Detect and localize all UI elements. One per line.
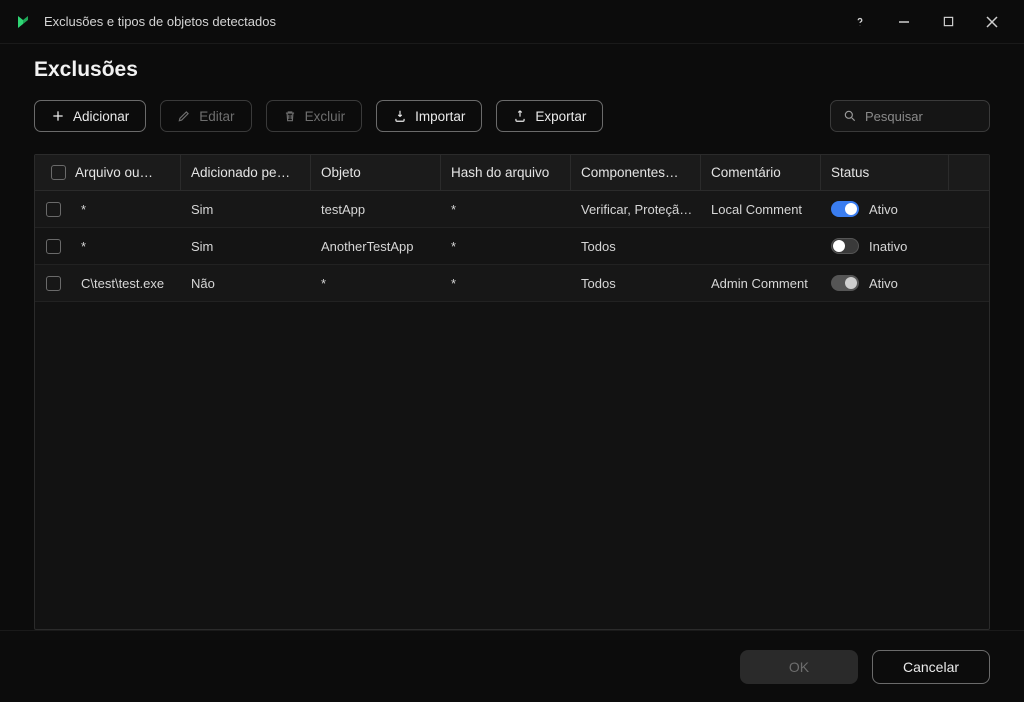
cell-file: * [71,228,181,264]
header-object[interactable]: Objeto [311,155,441,190]
cell-status: Inativo [821,228,949,264]
content-area: Exclusões Adicionar Editar Excluir Impor… [0,44,1024,630]
status-toggle[interactable] [831,275,859,291]
select-all-checkbox[interactable] [51,165,66,180]
page-title: Exclusões [34,58,990,82]
table-header-row: Arquivo ou… Adicionado pe… Objeto Hash d… [35,155,989,191]
cell-added: Não [181,265,311,301]
import-button[interactable]: Importar [376,100,482,132]
cell-status: Ativo [821,191,949,227]
import-button-label: Importar [415,109,465,124]
export-button[interactable]: Exportar [496,100,603,132]
header-comment[interactable]: Comentário [701,155,821,190]
header-file[interactable]: Arquivo ou… [71,155,181,190]
header-components[interactable]: Componentes… [571,155,701,190]
close-button[interactable] [970,7,1014,37]
row-checkbox[interactable] [46,202,61,217]
cell-tail [949,191,989,227]
edit-button-label: Editar [199,109,234,124]
export-button-label: Exportar [535,109,586,124]
help-button[interactable] [838,7,882,37]
ok-button: OK [740,650,858,684]
cell-components: Todos [571,265,701,301]
search-input[interactable] [865,109,1024,124]
cell-comment: Admin Comment [701,265,821,301]
status-text: Ativo [869,202,898,217]
toolbar: Adicionar Editar Excluir Importar Export… [34,100,990,132]
cell-file: C\test\test.exe [71,265,181,301]
row-checkbox-cell [35,265,71,301]
table-row[interactable]: C\test\test.exeNão**TodosAdmin CommentAt… [35,265,989,302]
ok-button-label: OK [789,659,809,675]
cell-hash: * [441,228,571,264]
cell-added: Sim [181,191,311,227]
cell-hash: * [441,265,571,301]
search-field[interactable] [830,100,990,132]
header-hash[interactable]: Hash do arquivo [441,155,571,190]
row-checkbox-cell [35,191,71,227]
status-toggle[interactable] [831,201,859,217]
header-status[interactable]: Status [821,155,949,190]
exclusions-table: Arquivo ou… Adicionado pe… Objeto Hash d… [34,154,990,630]
status-text: Inativo [869,239,907,254]
header-checkbox-cell [35,155,71,190]
header-added[interactable]: Adicionado pe… [181,155,311,190]
search-icon [843,109,857,123]
table-row[interactable]: *SimtestApp*Verificar, Proteçã…Local Com… [35,191,989,228]
minimize-button[interactable] [882,7,926,37]
cell-object: * [311,265,441,301]
cancel-button-label: Cancelar [903,659,959,675]
row-checkbox-cell [35,228,71,264]
row-checkbox[interactable] [46,276,61,291]
maximize-button[interactable] [926,7,970,37]
status-toggle[interactable] [831,238,859,254]
dialog-footer: OK Cancelar [0,630,1024,702]
cell-tail [949,265,989,301]
cell-object: testApp [311,191,441,227]
add-button-label: Adicionar [73,109,129,124]
delete-button: Excluir [266,100,363,132]
cell-hash: * [441,191,571,227]
cell-added: Sim [181,228,311,264]
row-checkbox[interactable] [46,239,61,254]
add-button[interactable]: Adicionar [34,100,146,132]
status-text: Ativo [869,276,898,291]
cancel-button[interactable]: Cancelar [872,650,990,684]
cell-file: * [71,191,181,227]
table-row[interactable]: *SimAnotherTestApp*TodosInativo [35,228,989,265]
delete-button-label: Excluir [305,109,346,124]
cell-tail [949,228,989,264]
table-body: *SimtestApp*Verificar, Proteçã…Local Com… [35,191,989,629]
cell-components: Todos [571,228,701,264]
cell-object: AnotherTestApp [311,228,441,264]
edit-button: Editar [160,100,251,132]
app-logo-icon [14,13,32,31]
title-bar: Exclusões e tipos de objetos detectados [0,0,1024,44]
header-tail [949,155,989,190]
window-title: Exclusões e tipos de objetos detectados [44,14,276,29]
cell-components: Verificar, Proteçã… [571,191,701,227]
cell-comment [701,228,821,264]
cell-comment: Local Comment [701,191,821,227]
cell-status: Ativo [821,265,949,301]
